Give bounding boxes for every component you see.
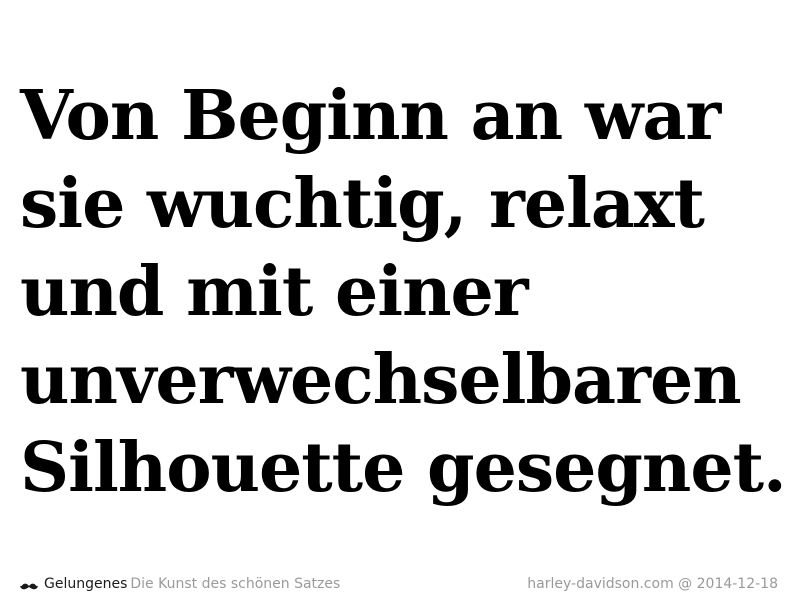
quote-line: Von Beginn an war <box>20 76 721 156</box>
quote: Von Beginn an war sie wuchtig, relaxt un… <box>20 72 790 512</box>
footer: Gelungenes Die Kunst des schönen Satzes … <box>20 575 778 593</box>
brand-name: Gelungenes <box>44 576 128 592</box>
quote-line: und mit einer <box>20 252 529 332</box>
quote-line: unverwechselbaren <box>20 340 742 420</box>
date: 2014-12-18 <box>696 576 778 592</box>
quote-line: Silhouette gesegnet. <box>20 428 787 508</box>
footer-branding: Gelungenes Die Kunst des schönen Satzes <box>20 575 340 593</box>
quote-line: sie wuchtig, relaxt <box>20 164 705 244</box>
mustache-icon <box>20 579 38 590</box>
source-link[interactable]: harley-davidson.com <box>527 576 673 592</box>
tagline: Die Kunst des schönen Satzes <box>130 576 341 592</box>
source-attribution: harley-davidson.com @ 2014-12-18 <box>527 575 778 593</box>
separator: @ <box>678 576 693 592</box>
